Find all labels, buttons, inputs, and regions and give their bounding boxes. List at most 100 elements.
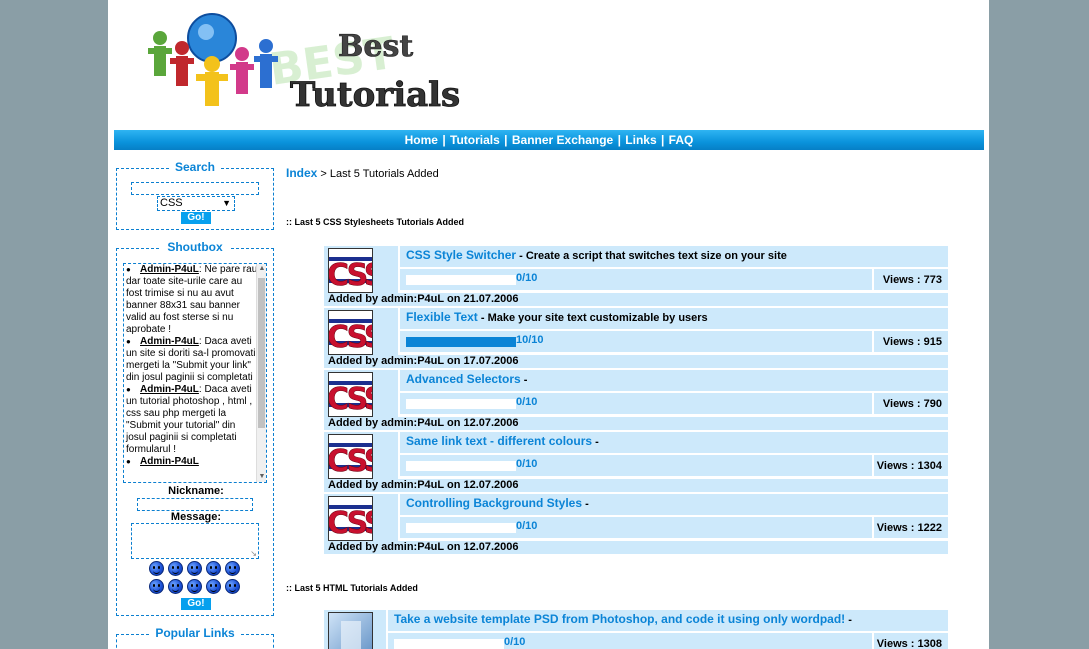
shoutbox-messages[interactable]: ● Admin-P4uL: Ne pare rau dar toate site-…: [123, 263, 267, 483]
tutorial-title-link[interactable]: Same link text - different colours: [406, 434, 592, 448]
tutorial-thumbnail[interactable]: CSS: [328, 372, 373, 417]
bullet-icon: ●: [126, 265, 131, 274]
html-thumbnail-icon: [329, 613, 372, 649]
css-section-heading: :: Last 5 CSS Stylesheets Tutorials Adde…: [286, 217, 465, 227]
scroll-down-icon[interactable]: ▼: [257, 472, 266, 482]
smiley-icon[interactable]: [168, 561, 183, 576]
logo-graphic: BEST Best Tutorials: [148, 13, 461, 115]
rating-value: 0/10: [504, 636, 526, 648]
shout-author[interactable]: Admin-P4uL: [140, 384, 199, 395]
nav-banner-exchange[interactable]: Banner Exchange: [512, 133, 613, 147]
tutorial-row: CSS Controlling Background Styles - 0/10 Vi…: [324, 494, 948, 556]
nav-separator: |: [504, 133, 508, 147]
css-thumbnail-icon: CSS: [329, 373, 373, 417]
shout-author[interactable]: Admin-P4uL: [140, 336, 199, 347]
nav-separator: |: [660, 133, 665, 147]
breadcrumb-index-link[interactable]: Index: [286, 166, 317, 180]
svg-text:CSS: CSS: [329, 258, 373, 293]
tutorial-thumbnail[interactable]: CSS: [328, 434, 373, 479]
shout-message: ● Admin-P4uL: Ne pare rau dar toate site-…: [126, 264, 258, 336]
css-thumbnail-icon: CSS: [329, 435, 372, 478]
tutorial-thumbnail[interactable]: CSS: [328, 496, 373, 541]
search-category-select[interactable]: CSS ▼: [157, 196, 235, 211]
nav-home[interactable]: Home: [405, 133, 438, 147]
rating-fill: [406, 337, 516, 347]
views-count: Views : 790: [882, 397, 942, 410]
tutorial-thumbnail[interactable]: [328, 612, 373, 649]
nav-faq[interactable]: FAQ: [669, 133, 694, 147]
nickname-label: Nickname:: [168, 485, 224, 497]
scrollbar-thumb[interactable]: [258, 278, 265, 428]
smiley-icon[interactable]: [225, 579, 240, 594]
tutorial-thumbnail[interactable]: CSS: [328, 248, 373, 293]
rating-bar: [406, 461, 516, 471]
shout-message: ● Admin-P4uL: Daca aveti un site si dorit…: [126, 336, 258, 384]
bullet-icon: ●: [126, 337, 131, 346]
tutorial-row: Take a website template PSD from Photosh…: [324, 610, 948, 649]
search-input[interactable]: [131, 182, 259, 195]
shout-go-button[interactable]: Go!: [181, 598, 211, 610]
logo-text-tutorials: Tutorials: [290, 75, 460, 115]
shoutbox-title: Shoutbox: [161, 240, 229, 254]
smiley-icon[interactable]: [149, 579, 164, 594]
tutorial-description: -: [582, 498, 589, 510]
scroll-up-icon[interactable]: ▲: [257, 264, 266, 274]
tutorial-title-link[interactable]: Flexible Text: [406, 310, 478, 324]
message-textarea[interactable]: ↘: [131, 523, 259, 559]
resize-handle-icon[interactable]: ↘: [250, 549, 257, 558]
popular-links-title: Popular Links: [149, 626, 241, 640]
breadcrumb-separator: >: [320, 168, 327, 180]
smiley-icon[interactable]: [187, 579, 202, 594]
css-thumbnail-icon: CSS: [329, 311, 373, 355]
breadcrumb: Index > Last 5 Tutorials Added: [286, 166, 439, 180]
smiley-icon[interactable]: [187, 561, 202, 576]
smiley-icon[interactable]: [149, 561, 164, 576]
nav-links[interactable]: Links: [625, 133, 656, 147]
logo-text-best: Best: [338, 29, 413, 64]
tutorial-description: -: [845, 614, 852, 626]
shout-message: ● Admin-P4uL: Daca aveti un tutorial phot…: [126, 384, 258, 456]
smiley-icon[interactable]: [206, 561, 221, 576]
tutorial-title-link[interactable]: Take a website template PSD from Photosh…: [394, 612, 845, 626]
search-box: Search CSS ▼ Go!: [116, 160, 274, 230]
html-section-heading: :: Last 5 HTML Tutorials Added: [286, 583, 418, 593]
search-title: Search: [168, 160, 222, 174]
tutorial-title-link[interactable]: Advanced Selectors: [406, 372, 521, 386]
svg-text:CSS: CSS: [329, 320, 373, 355]
popular-links-box: Popular Links: [116, 626, 274, 649]
views-count: Views : 1222: [876, 521, 942, 534]
added-by-text: Added by admin:P4uL on 12.07.2006: [328, 479, 519, 491]
svg-text:CSS: CSS: [329, 506, 373, 541]
views-count: Views : 1304: [876, 459, 942, 472]
shout-author[interactable]: Admin-P4uL: [140, 264, 199, 275]
rating-value: 0/10: [516, 272, 538, 284]
tutorial-description: -: [520, 374, 528, 386]
nav-separator: |: [442, 133, 446, 147]
views-count: Views : 915: [882, 335, 942, 348]
bullet-icon: ●: [126, 457, 131, 466]
smiley-icon[interactable]: [168, 579, 183, 594]
rating-bar: [406, 399, 516, 409]
tutorial-title-link[interactable]: Controlling Background Styles: [406, 496, 582, 510]
smiley-icon[interactable]: [225, 561, 240, 576]
main-nav: Home | Tutorials | Banner Exchange | Lin…: [114, 130, 984, 150]
site-logo[interactable]: BEST Best Tutorials: [120, 8, 486, 124]
nav-tutorials[interactable]: Tutorials: [450, 133, 500, 147]
tutorial-title-link[interactable]: CSS Style Switcher: [406, 248, 516, 262]
css-thumbnail-icon: CSS: [329, 497, 373, 541]
tutorial-thumbnail[interactable]: CSS: [328, 310, 373, 355]
nickname-input[interactable]: [137, 498, 253, 511]
shoutbox-scrollbar[interactable]: ▲ ▼: [256, 264, 266, 482]
smiley-icon[interactable]: [206, 579, 221, 594]
views-count: Views : 1308: [876, 637, 942, 649]
tutorial-description: -: [592, 436, 599, 448]
shout-author[interactable]: Admin-P4uL: [140, 456, 199, 467]
tutorial-description: - Make your site text customizable by us…: [477, 312, 708, 324]
rating-value: 0/10: [516, 520, 538, 532]
tutorial-description: - Create a script that switches text siz…: [516, 250, 787, 262]
search-go-button[interactable]: Go!: [181, 212, 211, 224]
rating-bar: [406, 523, 516, 533]
svg-text:CSS: CSS: [329, 382, 373, 417]
search-category-value: CSS: [160, 197, 183, 209]
tutorial-row: CSS CSS Style Switcher - Create a script …: [324, 246, 948, 308]
